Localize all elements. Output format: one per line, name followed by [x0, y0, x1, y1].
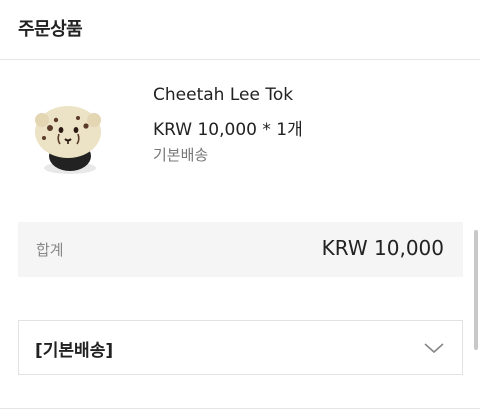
product-shipping-type: 기본배송: [153, 146, 209, 164]
order-items-header: 주문상품: [0, 0, 480, 60]
shipping-group-toggle[interactable]: [기본배송]: [18, 320, 463, 375]
section-title: 주문상품: [18, 19, 83, 40]
total-amount: KRW 10,000: [321, 236, 444, 260]
chevron-down-icon[interactable]: [422, 336, 446, 360]
product-item: Cheetah Lee Tok KRW 10,000 * 1개 기본배송: [0, 60, 480, 200]
scrollbar[interactable]: [474, 230, 478, 350]
cheetah-phone-grip-icon[interactable]: [30, 106, 110, 186]
order-items-page: 주문상품 Cheetah Lee Tok KRW 10,000 * 1개 기본배…: [0, 0, 480, 417]
product-name[interactable]: Cheetah Lee Tok: [153, 85, 293, 105]
total-label: 합계: [36, 241, 64, 259]
order-total-box: 합계 KRW 10,000: [18, 222, 463, 277]
shipping-group-label: [기본배송]: [35, 341, 114, 361]
divider: [0, 408, 480, 409]
product-price-quantity: KRW 10,000 * 1개: [153, 120, 303, 140]
